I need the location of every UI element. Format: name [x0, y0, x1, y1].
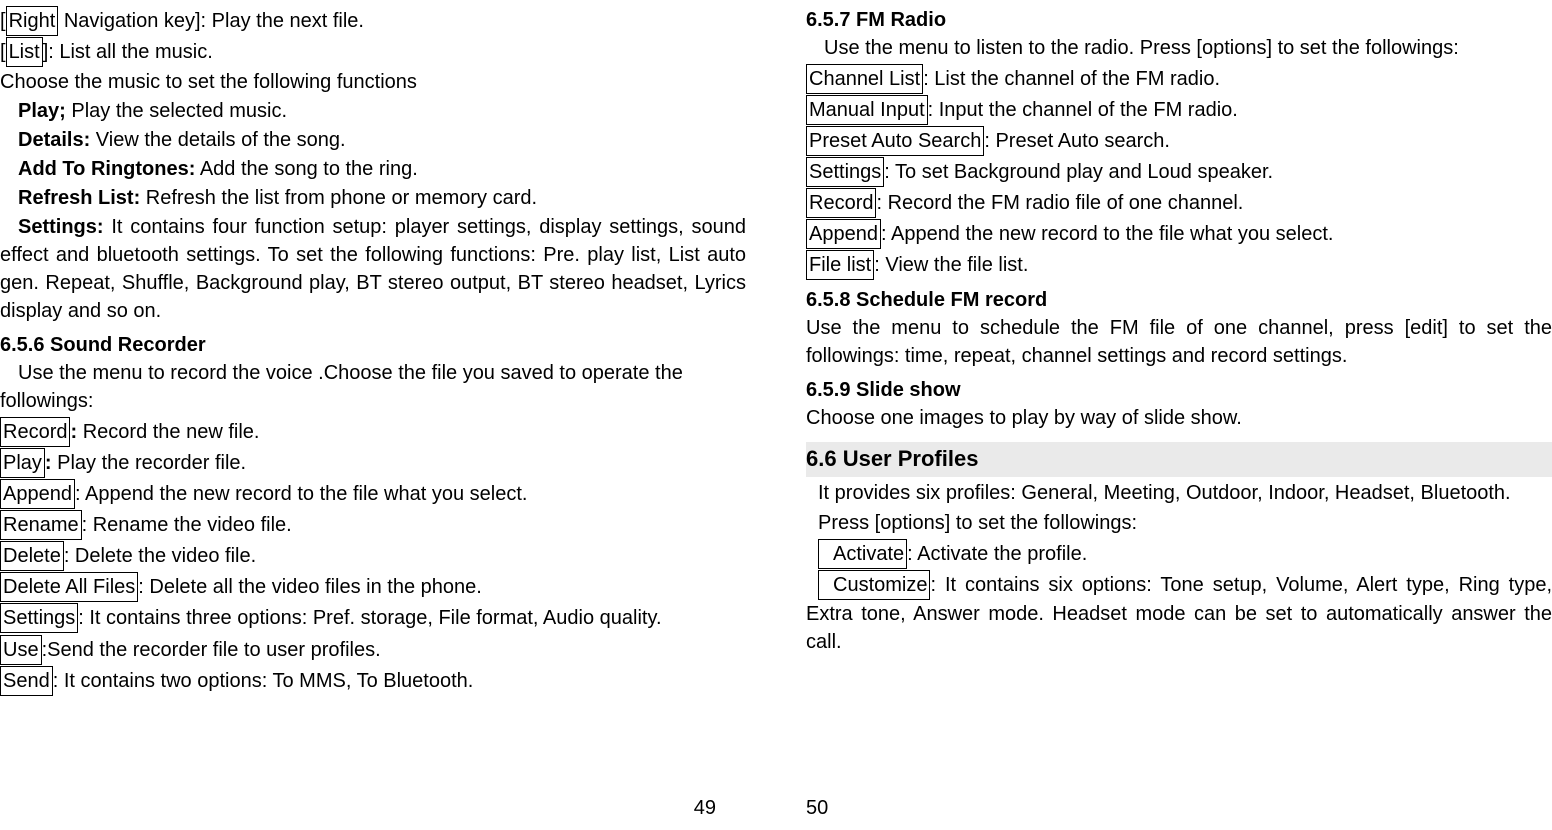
text-use: :Send the recorder file to user profiles…: [42, 639, 381, 661]
text-right-nav: Navigation key]: Play the next file.: [58, 10, 364, 32]
boxed-delete-all: Delete All Files: [0, 572, 138, 602]
boxed-list: List: [6, 37, 43, 67]
line-file-list: File list: View the file list.: [806, 250, 1552, 280]
line-channel-list: Channel List: List the channel of the FM…: [806, 64, 1552, 94]
bold-add-ringtones: Add To Ringtones:: [18, 158, 195, 180]
line-choose-music: Choose the music to set the following fu…: [0, 68, 746, 96]
text-activate: : Activate the profile.: [907, 543, 1087, 565]
para-customize: Customize: It contains six options: Tone…: [806, 570, 1552, 656]
para-66a: It provides six profiles: General, Meeti…: [806, 479, 1552, 507]
line-preset-auto: Preset Auto Search: Preset Auto search.: [806, 126, 1552, 156]
line-send: Send: It contains two options: To MMS, T…: [0, 666, 746, 696]
para-659: Choose one images to play by way of slid…: [806, 404, 1552, 432]
line-refresh-list: Refresh List: Refresh the list from phon…: [0, 184, 746, 212]
line-details: Details: View the details of the song.: [0, 126, 746, 154]
line-manual-input: Manual Input: Input the channel of the F…: [806, 95, 1552, 125]
text-play: Play the selected music.: [66, 100, 287, 122]
boxed-fm-append: Append: [806, 219, 881, 249]
boxed-file-list: File list: [806, 250, 874, 280]
boxed-fm-settings: Settings: [806, 157, 884, 187]
boxed-preset-auto: Preset Auto Search: [806, 126, 984, 156]
line-delete-all: Delete All Files: Delete all the video f…: [0, 572, 746, 602]
colon-play: :: [45, 452, 52, 474]
page-right: 6.5.7 FM Radio Use the menu to listen to…: [776, 0, 1552, 830]
heading-657: 6.5.7 FM Radio: [806, 6, 1552, 34]
bold-settings: Settings:: [18, 216, 104, 238]
para-658: Use the menu to schedule the FM file of …: [806, 314, 1552, 370]
text-settings: It contains four function setup: player …: [0, 216, 746, 322]
boxed-customize: Customize: [818, 570, 930, 600]
boxed-manual-input: Manual Input: [806, 95, 928, 125]
line-play-rec: Play: Play the recorder file.: [0, 448, 746, 478]
boxed-right: Right: [6, 6, 59, 36]
boxed-send: Send: [0, 666, 53, 696]
text-send: : It contains two options: To MMS, To Bl…: [53, 670, 474, 692]
text-play-rec: Play the recorder file.: [52, 452, 247, 474]
line-rename: Rename: Rename the video file.: [0, 510, 746, 540]
line-add-ringtones: Add To Ringtones: Add the song to the ri…: [0, 155, 746, 183]
text-delete-all: : Delete all the video files in the phon…: [138, 576, 482, 598]
heading-656: 6.5.6 Sound Recorder: [0, 331, 746, 359]
line-activate: Activate: Activate the profile.: [806, 539, 1552, 569]
text-fm-record: : Record the FM radio file of one channe…: [876, 192, 1243, 214]
heading-659: 6.5.9 Slide show: [806, 376, 1552, 404]
text-list: ]: List all the music.: [43, 41, 213, 63]
heading-66: 6.6 User Profiles: [806, 442, 1552, 477]
bold-play: Play;: [18, 100, 66, 122]
text-details: View the details of the song.: [90, 129, 345, 151]
text-channel-list: : List the channel of the FM radio.: [923, 68, 1220, 90]
line-delete: Delete: Delete the video file.: [0, 541, 746, 571]
text-fm-append: : Append the new record to the file what…: [881, 223, 1334, 245]
para-656: Use the menu to record the voice .Choose…: [0, 359, 746, 415]
text-delete: : Delete the video file.: [64, 545, 256, 567]
boxed-rename: Rename: [0, 510, 82, 540]
text-append: : Append the new record to the file what…: [75, 483, 528, 505]
line-fm-append: Append: Append the new record to the fil…: [806, 219, 1552, 249]
para-657: Use the menu to listen to the radio. Pre…: [806, 34, 1552, 62]
line-right-nav: [Right Navigation key]: Play the next fi…: [0, 6, 746, 36]
line-append: Append: Append the new record to the fil…: [0, 479, 746, 509]
boxed-play: Play: [0, 448, 45, 478]
para-settings-rec: Settings: It contains three options: Pre…: [0, 603, 746, 633]
text-refresh-list: Refresh the list from phone or memory ca…: [140, 187, 537, 209]
line-list: [List]: List all the music.: [0, 37, 746, 67]
boxed-fm-record: Record: [806, 188, 876, 218]
boxed-use: Use: [0, 635, 42, 665]
para-66b: Press [options] to set the followings:: [806, 509, 1552, 537]
text-add-ringtones: Add the song to the ring.: [195, 158, 417, 180]
line-use: Use:Send the recorder file to user profi…: [0, 635, 746, 665]
boxed-activate: Activate: [818, 539, 907, 569]
page-number-left: 49: [694, 794, 716, 822]
text-settings-rec: : It contains three options: Pref. stora…: [78, 607, 661, 629]
para-settings: Settings: It contains four function setu…: [0, 213, 746, 325]
bold-details: Details:: [18, 129, 90, 151]
page-number-right: 50: [806, 794, 828, 822]
boxed-record: Record: [0, 417, 70, 447]
boxed-channel-list: Channel List: [806, 64, 923, 94]
boxed-append: Append: [0, 479, 75, 509]
bold-refresh-list: Refresh List:: [18, 187, 140, 209]
text-rename: : Rename the video file.: [82, 514, 292, 536]
line-record: Record: Record the new file.: [0, 417, 746, 447]
boxed-delete: Delete: [0, 541, 64, 571]
text-manual-input: : Input the channel of the FM radio.: [928, 99, 1238, 121]
text-preset-auto: : Preset Auto search.: [984, 130, 1170, 152]
line-fm-settings: Settings: To set Background play and Lou…: [806, 157, 1552, 187]
text-file-list: : View the file list.: [874, 254, 1028, 276]
boxed-settings: Settings: [0, 603, 78, 633]
line-fm-record: Record: Record the FM radio file of one …: [806, 188, 1552, 218]
text-record: Record the new file.: [77, 421, 259, 443]
line-play: Play; Play the selected music.: [0, 97, 746, 125]
heading-658: 6.5.8 Schedule FM record: [806, 286, 1552, 314]
text-fm-settings: : To set Background play and Loud speake…: [884, 161, 1273, 183]
page-left: [Right Navigation key]: Play the next fi…: [0, 0, 776, 830]
